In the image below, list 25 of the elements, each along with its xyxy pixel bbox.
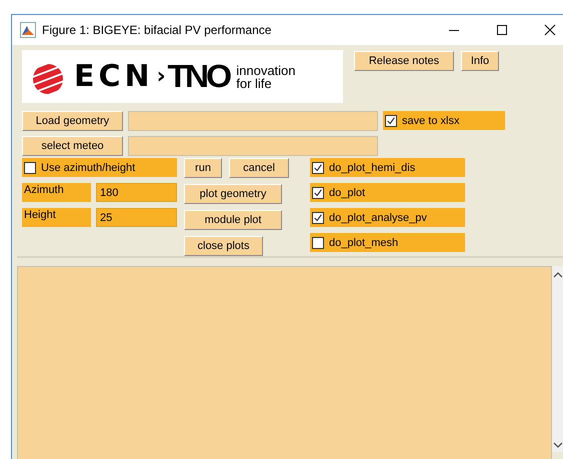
field-label: Height bbox=[22, 208, 91, 227]
window-title: Figure 1: BIGEYE: bifacial PV performance bbox=[42, 23, 272, 37]
logo-text: TNO bbox=[167, 58, 229, 95]
input-field[interactable]: 180 bbox=[96, 183, 177, 202]
checkbox-label: save to xlsx bbox=[402, 114, 460, 126]
button[interactable]: close plots bbox=[184, 236, 263, 256]
button[interactable]: run bbox=[184, 158, 222, 178]
checkbox-label: Use azimuth/height bbox=[41, 162, 136, 174]
logo-text: ECN bbox=[74, 59, 154, 94]
logo-tagline: innovation bbox=[236, 64, 296, 76]
checkbox-label: do_plot_analyse_pv bbox=[329, 212, 427, 224]
checkbox-label: do_plot_mesh bbox=[329, 236, 398, 248]
checkbox-label: do_plot bbox=[329, 186, 366, 198]
input-field[interactable]: 25 bbox=[96, 208, 177, 227]
checkbox-label: do_plot_hemi_dis bbox=[329, 162, 416, 174]
button[interactable]: Info bbox=[461, 51, 499, 71]
button[interactable]: Release notes bbox=[354, 51, 454, 71]
field-label: Azimuth bbox=[22, 183, 91, 202]
logo-separator: › bbox=[156, 64, 166, 89]
button[interactable]: select meteo bbox=[22, 136, 123, 156]
button[interactable]: cancel bbox=[229, 158, 289, 178]
logo-tagline: for life bbox=[236, 76, 273, 90]
button[interactable]: plot geometry bbox=[184, 184, 282, 204]
button[interactable]: Load geometry bbox=[22, 110, 123, 130]
button[interactable]: module plot bbox=[184, 210, 282, 230]
